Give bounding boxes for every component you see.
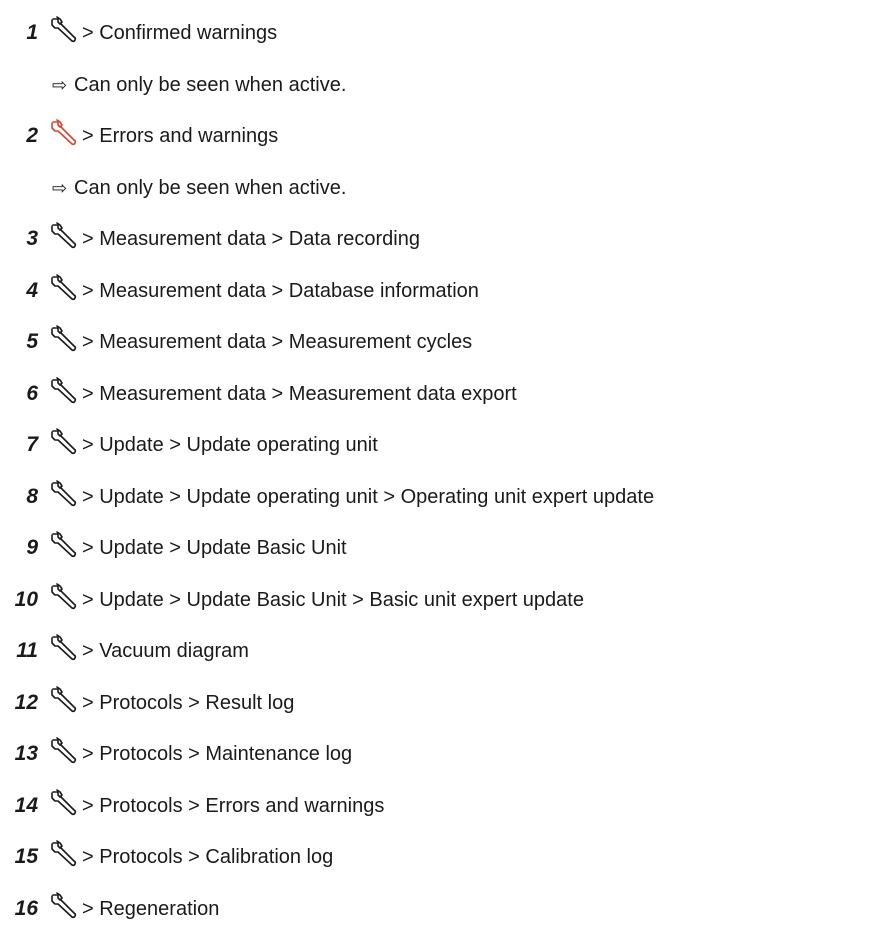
- arrow-right-icon: ⇨: [52, 177, 68, 198]
- menu-path: > Vacuum diagram: [82, 640, 249, 662]
- menu-path: > Regeneration: [82, 897, 220, 920]
- menu-path-list: 1 > Confirmed warnings ⇨ Can only be seen w…: [0, 8, 872, 935]
- item-number: 15: [14, 845, 38, 868]
- wrench-icon: [49, 222, 77, 250]
- wrench-icon: [49, 376, 77, 405]
- item-number: 6: [26, 381, 38, 405]
- list-item: 2 > Errors and warnings: [0, 111, 872, 163]
- wrench-icon: [49, 582, 77, 611]
- wrench-icon: [49, 16, 77, 44]
- note-label: Can only be seen when active.: [74, 176, 347, 199]
- menu-path: > Update > Update Basic Unit > Basic uni…: [82, 588, 584, 611]
- wrench-icon: [49, 325, 77, 353]
- menu-path: > Measurement data > Database informatio…: [82, 279, 479, 302]
- wrench-icon: [49, 788, 77, 817]
- list-item-note: ⇨ Can only be seen when active.: [0, 60, 872, 112]
- wrench-icon: [49, 428, 77, 456]
- list-item-note: ⇨ Can only be seen when active.: [0, 163, 872, 215]
- wrench-icon: [49, 891, 77, 920]
- item-number: 4: [26, 278, 38, 302]
- item-number: 1: [26, 21, 38, 44]
- menu-path: > Protocols > Maintenance log: [82, 743, 353, 765]
- item-number: 14: [14, 793, 38, 817]
- list-item: 5 > Measurement data > Measurement cycles: [0, 317, 872, 369]
- list-item: 6 > Measurement data > Measurement data e…: [0, 369, 872, 421]
- wrench-icon: [49, 273, 77, 302]
- list-item: 4 > Measurement data > Database informati…: [0, 266, 872, 318]
- note-label: Can only be seen when active.: [74, 73, 347, 96]
- item-number: 8: [26, 484, 38, 508]
- arrow-right-icon: ⇨: [52, 74, 68, 95]
- item-number: 3: [26, 227, 38, 250]
- note-text: ⇨ Can only be seen when active.: [52, 74, 346, 97]
- item-number: 12: [14, 690, 38, 714]
- item-number: 16: [14, 896, 38, 920]
- list-item: 15 > Protocols > Calibration log: [0, 832, 872, 884]
- note-text: ⇨ Can only be seen when active.: [52, 177, 346, 200]
- menu-path: > Confirmed warnings: [82, 22, 278, 44]
- list-item: 8 > Update > Update operating unit > Oper…: [0, 472, 872, 524]
- menu-path: > Protocols > Errors and warnings: [82, 794, 385, 817]
- list-item: 1 > Confirmed warnings: [0, 8, 872, 60]
- wrench-icon: [49, 119, 77, 147]
- item-number: 5: [26, 330, 38, 353]
- menu-path: > Measurement data > Measurement data ex…: [82, 382, 517, 405]
- menu-path: > Measurement data > Measurement cycles: [82, 331, 473, 353]
- wrench-icon: [49, 840, 77, 868]
- list-item: 14 > Protocols > Errors and warnings: [0, 781, 872, 833]
- list-item: 10 > Update > Update Basic Unit > Basic u…: [0, 575, 872, 627]
- list-item: 11 > Vacuum diagram: [0, 626, 872, 678]
- item-number: 13: [14, 742, 38, 765]
- list-item: 9 > Update > Update Basic Unit: [0, 523, 872, 575]
- item-number: 10: [14, 587, 38, 611]
- list-item: 13 > Protocols > Maintenance log: [0, 729, 872, 781]
- menu-path: > Measurement data > Data recording: [82, 228, 420, 250]
- list-item: 16 > Regeneration: [0, 884, 872, 936]
- wrench-icon: [49, 737, 77, 765]
- list-item: 12 > Protocols > Result log: [0, 678, 872, 730]
- menu-path: > Update > Update operating unit > Opera…: [82, 485, 655, 508]
- wrench-icon: [49, 531, 77, 559]
- item-number: 2: [26, 124, 38, 147]
- wrench-icon: [49, 634, 77, 662]
- list-item: 3 > Measurement data > Data recording: [0, 214, 872, 266]
- menu-path: > Errors and warnings: [82, 125, 279, 147]
- item-number: 7: [26, 433, 38, 456]
- wrench-icon: [49, 479, 77, 508]
- menu-path: > Update > Update operating unit: [82, 434, 378, 456]
- item-number: 11: [16, 639, 38, 662]
- menu-path: > Protocols > Calibration log: [82, 846, 334, 868]
- menu-path: > Protocols > Result log: [82, 691, 295, 714]
- list-item: 7 > Update > Update operating unit: [0, 420, 872, 472]
- item-number: 9: [26, 536, 38, 559]
- menu-path: > Update > Update Basic Unit: [82, 537, 347, 559]
- wrench-icon: [49, 685, 77, 714]
